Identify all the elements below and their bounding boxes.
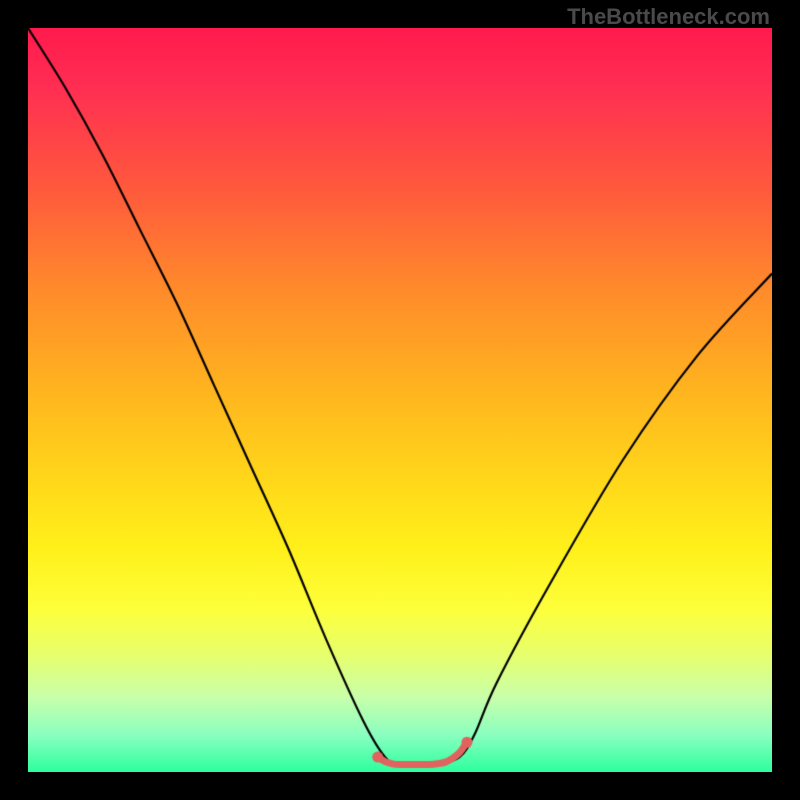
chart-plot-area	[28, 28, 772, 772]
bottleneck-curve-canvas	[28, 28, 772, 772]
chart-container: TheBottleneck.com	[0, 0, 800, 800]
watermark-text: TheBottleneck.com	[567, 4, 770, 30]
